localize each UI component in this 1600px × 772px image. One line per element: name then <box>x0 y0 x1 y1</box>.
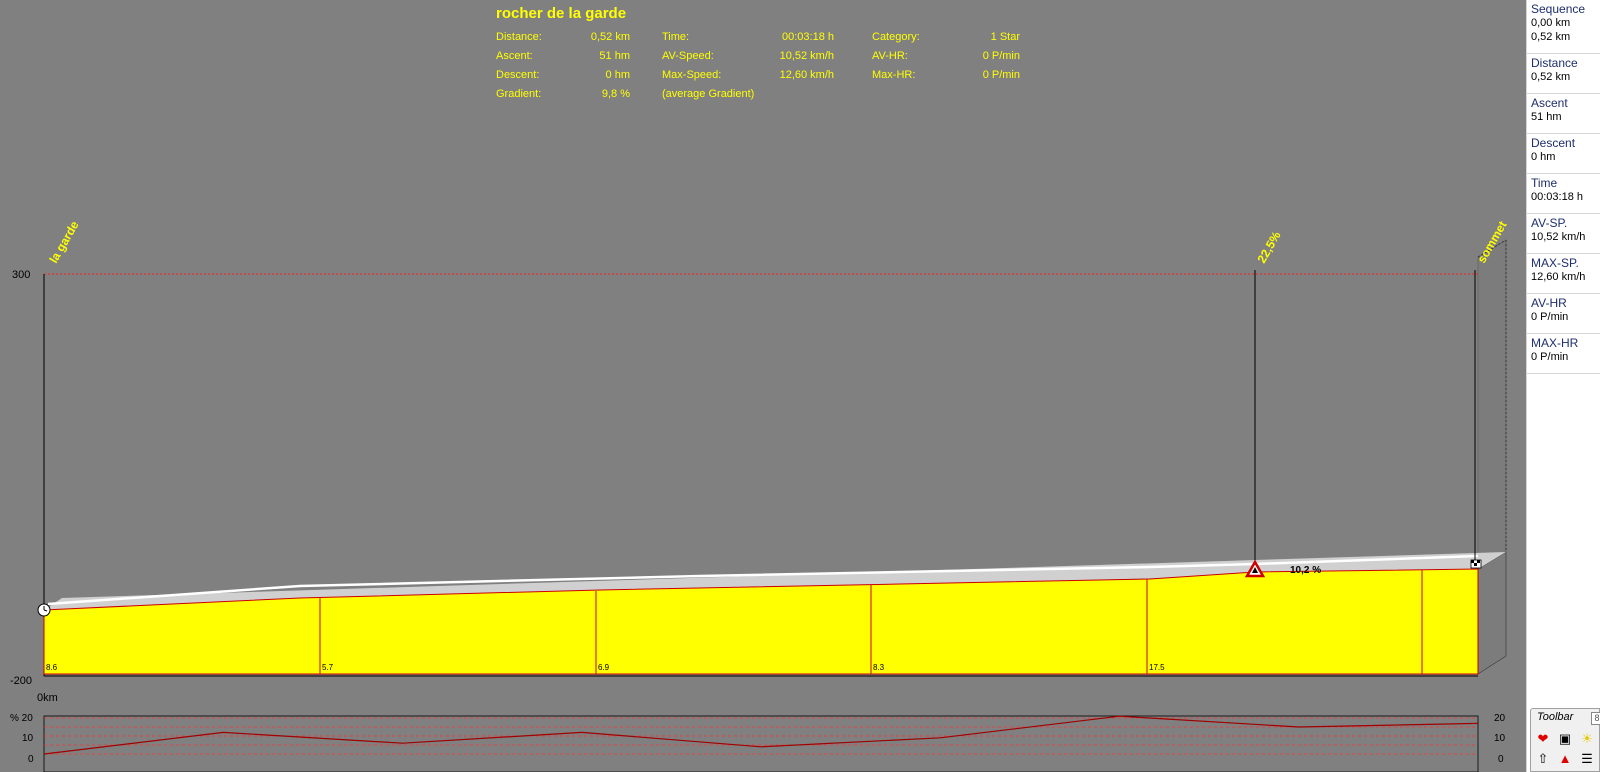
category-value: 1 Star <box>990 31 1020 43</box>
start-waypoint-label: la garde <box>46 218 81 265</box>
sidebar-item-distance[interactable]: Distance 0,52 km <box>1527 54 1600 94</box>
sidebar-item-value: 0 P/min <box>1531 351 1569 363</box>
sidebar-item-ascent[interactable]: Ascent 51 hm <box>1527 94 1600 134</box>
profile-side-wall-lower <box>1477 551 1507 675</box>
lines-icon[interactable]: ☰ <box>1579 751 1595 767</box>
maxhr-value: 0 P/min <box>982 69 1020 81</box>
sidebar-item-value: 51 hm <box>1531 111 1562 123</box>
sidebar-item-label: MAX-HR <box>1531 336 1579 350</box>
toolbar-panel[interactable]: Toolbar 8 ❤ ▣ ☀ ⇧ ▲ ☰ <box>1530 708 1600 772</box>
sidebar-item-value: 0 P/min <box>1531 311 1569 323</box>
sidebar-item-maxhr[interactable]: MAX-HR 0 P/min <box>1527 334 1600 374</box>
maxspeed-value: 12,60 km/h <box>779 69 834 81</box>
avhr-value: 0 P/min <box>982 50 1020 62</box>
sidebar-item-value: 12,60 km/h <box>1531 271 1586 283</box>
profile-side-wall <box>1477 239 1507 570</box>
segment-gradient-label: 17.5 <box>1149 663 1165 672</box>
sidebar-item-label: MAX-SP. <box>1531 256 1579 270</box>
sidebar-item-label: Time <box>1531 176 1558 190</box>
gradient-right-tick: 20 <box>1494 713 1506 724</box>
y-max-label: 300 <box>12 269 30 281</box>
toolbar-number-field[interactable]: 8 <box>1591 712 1600 725</box>
maxhr-label: Max-HR: <box>872 69 916 81</box>
elevation-profile-chart: 300 -200 8.6 5.7 6.9 8.3 17.5 la garde 2… <box>10 218 1510 704</box>
sun-icon[interactable]: ☀ <box>1579 731 1595 747</box>
sidebar-item-label: Descent <box>1531 136 1576 150</box>
sidebar-item-value: 0,00 km <box>1531 17 1571 29</box>
gradient-value: 9,8 % <box>601 88 630 100</box>
ascent-label: Ascent: <box>496 50 533 62</box>
gradient-label: Gradient: <box>496 88 542 100</box>
gradient-left-tick: % 20 <box>10 713 33 724</box>
finish-flag-icon[interactable] <box>1470 559 1482 569</box>
sidebar-item-label: Distance <box>1531 56 1578 70</box>
avspeed-value: 10,52 km/h <box>779 50 834 62</box>
descent-label: Descent: <box>496 69 540 81</box>
time-label: Time: <box>662 31 690 43</box>
segment-gradient-label: 6.9 <box>598 663 610 672</box>
camera-icon[interactable]: ▣ <box>1557 731 1573 747</box>
segment-gradient-label: 8.6 <box>46 663 58 672</box>
sidebar-item-avhr[interactable]: AV-HR 0 P/min <box>1527 294 1600 334</box>
gradient-chart: % 20 10 0 20 10 0 <box>10 713 1506 772</box>
shirt-icon[interactable]: ⇧ <box>1535 751 1551 767</box>
sidebar-item-value: 10,52 km/h <box>1531 231 1586 243</box>
gradient-right-tick: 10 <box>1494 733 1506 744</box>
sidebar-item-label: Ascent <box>1531 96 1568 110</box>
segment-gradient-label: 5.7 <box>322 663 334 672</box>
maxspeed-label: Max-Speed: <box>662 69 722 81</box>
avspeed-label: AV-Speed: <box>662 50 714 62</box>
climb-summary-header: rocher de la garde Distance: 0,52 km Asc… <box>496 0 1036 110</box>
segment-gradient-label: 8.3 <box>873 663 885 672</box>
stats-sidebar: Sequence 0,00 km 0,52 km Distance 0,52 k… <box>1526 0 1600 772</box>
mid-waypoint-label: 22,5% <box>1254 229 1283 266</box>
sidebar-item-value: 0,52 km <box>1531 71 1571 83</box>
toolbar-title: Toolbar <box>1537 711 1574 723</box>
sidebar-item-maxsp[interactable]: MAX-SP. 12,60 km/h <box>1527 254 1600 294</box>
climb-title: rocher de la garde <box>496 5 627 22</box>
descent-value: 0 hm <box>605 69 630 81</box>
section-gradient-label: 10,2 % <box>1290 565 1321 576</box>
heart-icon[interactable]: ❤ <box>1535 731 1551 747</box>
distance-value: 0,52 km <box>590 31 630 43</box>
x-start-label: 0km <box>37 692 58 704</box>
sidebar-item-time[interactable]: Time 00:03:18 h <box>1527 174 1600 214</box>
gradient-left-tick: 0 <box>28 754 34 765</box>
sidebar-item-value: 0 hm <box>1531 151 1556 163</box>
sidebar-item-descent[interactable]: Descent 0 hm <box>1527 134 1600 174</box>
gradient-left-tick: 10 <box>22 733 34 744</box>
ascent-value: 51 hm <box>599 50 630 62</box>
gradient-note: (average Gradient) <box>662 88 755 100</box>
sidebar-item-label: Sequence <box>1531 2 1586 16</box>
sidebar-item-sequence[interactable]: Sequence 0,00 km 0,52 km <box>1527 0 1600 54</box>
avhr-label: AV-HR: <box>872 50 908 62</box>
gradient-right-tick: 0 <box>1498 754 1504 765</box>
y-min-label: -200 <box>10 675 32 687</box>
sidebar-item-label: AV-SP. <box>1531 216 1568 230</box>
warning-icon[interactable]: ▲ <box>1557 751 1573 767</box>
category-label: Category: <box>872 31 920 43</box>
start-clock-icon[interactable] <box>37 603 51 617</box>
time-value: 00:03:18 h <box>782 31 834 43</box>
sidebar-item-label: AV-HR <box>1531 296 1567 310</box>
sidebar-item-value: 00:03:18 h <box>1531 191 1583 203</box>
sidebar-item-value: 0,52 km <box>1531 31 1571 43</box>
sidebar-item-avsp[interactable]: AV-SP. 10,52 km/h <box>1527 214 1600 254</box>
distance-label: Distance: <box>496 31 542 43</box>
